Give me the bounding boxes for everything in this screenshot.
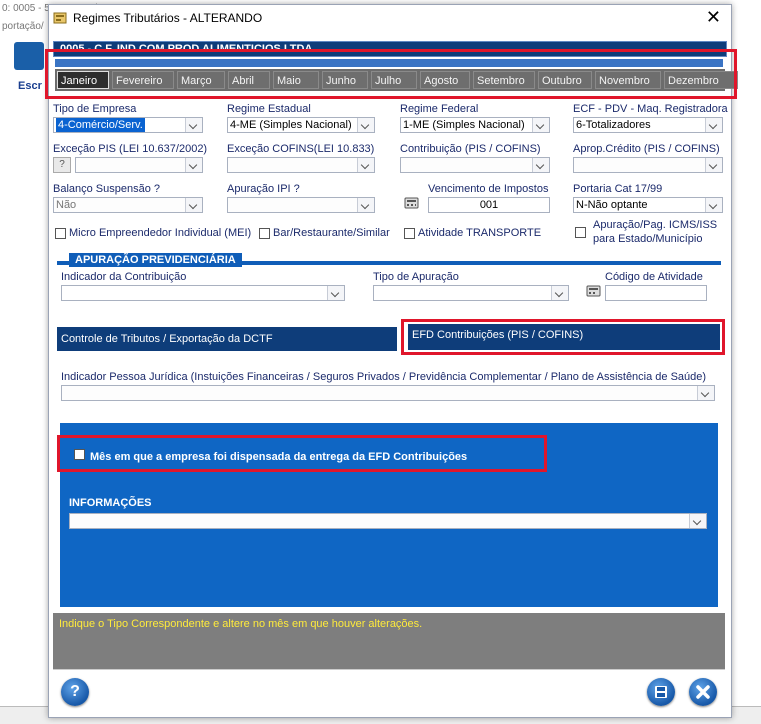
chevron-down-icon[interactable]	[705, 198, 722, 212]
tipo-apuracao-select[interactable]	[373, 285, 569, 301]
background-toolbar-label: Escr	[18, 80, 42, 92]
months-highlight	[45, 49, 737, 99]
label-contribuicao: Contribuição (PIS / COFINS)	[400, 143, 541, 155]
transporte-label: Atividade TRANSPORTE	[418, 227, 542, 239]
label-tipo-empresa: Tipo de Empresa	[53, 103, 137, 115]
label-balanco: Balanço Suspensão ?	[53, 183, 161, 195]
previdenciaria-title: APURAÇÃO PREVIDENCIÁRIA	[69, 253, 242, 267]
regime-estadual-select[interactable]: 4-ME (Simples Nacional)	[227, 117, 375, 133]
chevron-down-icon[interactable]	[185, 118, 202, 132]
tipo-empresa-value: 4-Comércio/Serv.	[56, 118, 145, 132]
chevron-down-icon[interactable]	[357, 118, 374, 132]
chevron-down-icon[interactable]	[551, 286, 568, 300]
bar-checkbox[interactable]	[259, 228, 270, 239]
help-question-icon[interactable]: ?	[53, 157, 71, 173]
label-tipo-apuracao: Tipo de Apuração	[373, 271, 459, 283]
label-indicador-pj: Indicador Pessoa Jurídica (Instuições Fi…	[61, 371, 707, 383]
indicador-contribuicao-select[interactable]	[61, 285, 345, 301]
dispensada-highlight	[57, 435, 547, 472]
label-portaria: Portaria Cat 17/99	[573, 183, 663, 195]
label-excecao-pis: Exceção PIS (LEI 10.637/2002)	[53, 143, 208, 155]
close-icon[interactable]: ✕	[706, 7, 721, 28]
chevron-down-icon[interactable]	[357, 158, 374, 172]
cancel-button[interactable]	[689, 678, 717, 706]
label-indicador-contribuicao: Indicador da Contribuição	[61, 271, 187, 283]
mei-label: Micro Empreendedor Individual (MEI)	[69, 227, 252, 239]
label-codigo-atividade: Código de Atividade	[605, 271, 703, 283]
chevron-down-icon[interactable]	[705, 118, 722, 132]
regime-federal-select[interactable]: 1-ME (Simples Nacional)	[400, 117, 550, 133]
chevron-down-icon[interactable]	[185, 158, 202, 172]
calculator-icon[interactable]	[585, 283, 603, 299]
label-vencimento: Vencimento de Impostos	[428, 183, 549, 195]
label-ecf: ECF - PDV - Maq. Registradora	[573, 103, 728, 115]
chevron-down-icon[interactable]	[532, 158, 549, 172]
chevron-down-icon[interactable]	[327, 286, 344, 300]
apuracao-icms-label-2: para Estado/Município	[593, 233, 703, 245]
chevron-down-icon[interactable]	[185, 198, 202, 212]
portaria-select[interactable]: N-Não optante	[573, 197, 723, 213]
regime-federal-value: 1-ME (Simples Nacional)	[403, 119, 525, 131]
app-icon	[53, 12, 67, 24]
dialog-titlebar: Regimes Tributários - ALTERANDO ✕	[49, 5, 731, 31]
apuracao-icms-label-1: Apuração/Pag. ICMS/ISS	[593, 219, 718, 231]
balanco-value: Não	[56, 199, 77, 211]
help-button[interactable]: ?	[61, 678, 89, 706]
ecf-value: 6-Totalizadores	[576, 119, 651, 131]
regimes-dialog: Regimes Tributários - ALTERANDO ✕ 0005 -…	[45, 4, 738, 718]
bar-label: Bar/Restaurante/Similar	[273, 227, 390, 239]
label-regime-estadual: Regime Estadual	[227, 103, 311, 115]
label-excecao-cofins: Exceção COFINS(LEI 10.833)	[227, 143, 375, 155]
ecf-select[interactable]: 6-Totalizadores	[573, 117, 723, 133]
label-regime-federal: Regime Federal	[400, 103, 479, 115]
chevron-down-icon[interactable]	[697, 386, 714, 400]
apuracao-ipi-select[interactable]	[227, 197, 375, 213]
mei-checkbox[interactable]	[55, 228, 66, 239]
contribuicao-select[interactable]	[400, 157, 550, 173]
balanco-select[interactable]: Não	[53, 197, 203, 213]
close-icon	[696, 685, 710, 699]
label-apuracao-ipi: Apuração IPI ?	[227, 183, 300, 195]
apuracao-icms-checkbox[interactable]	[575, 227, 586, 238]
info-message-bar: Indique o Tipo Correspondente e altere n…	[53, 613, 725, 669]
chevron-down-icon[interactable]	[357, 198, 374, 212]
indicador-pj-select[interactable]	[61, 385, 715, 401]
excecao-cofins-select[interactable]	[227, 157, 375, 173]
label-aprop-credito: Aprop.Crédito (PIS / COFINS)	[573, 143, 720, 155]
background-toolbar-icon	[14, 42, 44, 70]
background-menu-fragment: portação/	[2, 21, 44, 32]
informacoes-select[interactable]	[69, 513, 707, 529]
tipo-empresa-select[interactable]: 4-Comércio/Serv.	[53, 117, 203, 133]
save-button[interactable]	[647, 678, 675, 706]
dialog-footer: ?	[53, 669, 725, 714]
informacoes-label: INFORMAÇÕES	[69, 497, 152, 509]
dialog-title: Regimes Tributários - ALTERANDO	[73, 11, 263, 25]
excecao-pis-select[interactable]	[75, 157, 203, 173]
portaria-value: N-Não optante	[576, 199, 648, 211]
regime-estadual-value: 4-ME (Simples Nacional)	[230, 119, 352, 131]
codigo-atividade-input[interactable]	[605, 285, 707, 301]
vencimento-input[interactable]: 001	[428, 197, 550, 213]
chevron-down-icon[interactable]	[532, 118, 549, 132]
calculator-icon[interactable]	[403, 195, 421, 211]
transporte-checkbox[interactable]	[404, 228, 415, 239]
tab-controle-tributos[interactable]: Controle de Tributos / Exportação da DCT…	[57, 327, 397, 351]
chevron-down-icon[interactable]	[689, 514, 706, 528]
aprop-credito-select[interactable]	[573, 157, 723, 173]
info-message: Indique o Tipo Correspondente e altere n…	[59, 618, 423, 630]
dialog-content: 0005 - C.F. IND COM PROD ALIMENTICIOS LT…	[45, 35, 738, 714]
chevron-down-icon[interactable]	[705, 158, 722, 172]
efd-tab-highlight	[401, 319, 725, 355]
save-icon	[655, 686, 667, 698]
